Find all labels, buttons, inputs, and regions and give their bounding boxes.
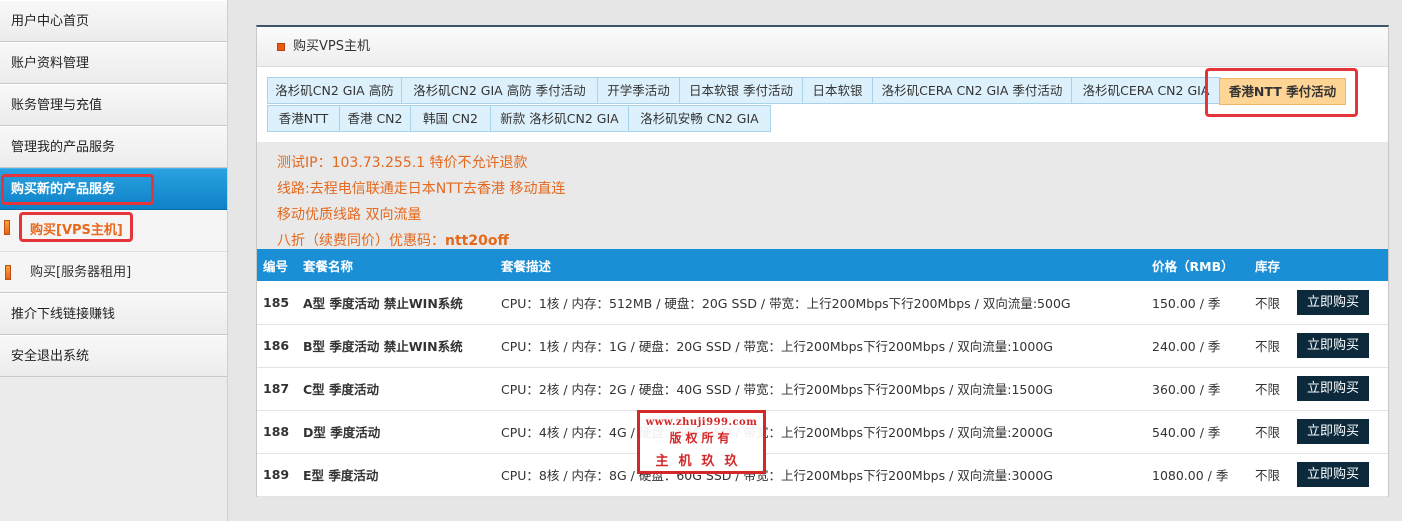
nav-manage-products-label: 管理我的产品服务 bbox=[11, 140, 116, 155]
plan-action: 立即购买 bbox=[1291, 410, 1388, 454]
tab-la-cn2-gia-ddos[interactable]: 洛杉矶CN2 GIA 高防 bbox=[267, 77, 402, 104]
plan-stock: 不限 bbox=[1249, 281, 1291, 325]
plan-name: D型 季度活动 bbox=[297, 410, 495, 454]
plan-action: 立即购买 bbox=[1291, 324, 1388, 368]
nav-user-home[interactable]: 用户中心首页 bbox=[0, 0, 227, 42]
buy-now-button[interactable]: 立即购买 bbox=[1297, 376, 1369, 401]
info-test-ip: 测试IP：103.73.255.1 特价不允许退款 bbox=[277, 155, 528, 171]
plan-name: B型 季度活动 禁止WIN系统 bbox=[297, 324, 495, 368]
table-row: 187 C型 季度活动 CPU：2核 / 内存：2G / 硬盘：40G SSD … bbox=[257, 367, 1388, 411]
table-row: 185 A型 季度活动 禁止WIN系统 CPU：1核 / 内存：512MB / … bbox=[257, 281, 1388, 325]
tab-back-to-school[interactable]: 开学季活动 bbox=[597, 77, 680, 104]
plan-price: 240.00 / 季 bbox=[1146, 324, 1249, 368]
plan-desc: CPU：1核 / 内存：1G / 硬盘：20G SSD / 带宽：上行200Mb… bbox=[495, 324, 1146, 368]
plan-name: A型 季度活动 禁止WIN系统 bbox=[297, 281, 495, 325]
info-route: 线路:去程电信联通走日本NTT去香港 移动直连 bbox=[277, 181, 566, 197]
plan-price: 360.00 / 季 bbox=[1146, 367, 1249, 411]
buy-now-button[interactable]: 立即购买 bbox=[1297, 333, 1369, 358]
plan-action: 立即购买 bbox=[1291, 453, 1388, 497]
nav-account-profile[interactable]: 账户资料管理 bbox=[0, 42, 227, 84]
plan-desc: CPU：8核 / 内存：8G / 硬盘：60G SSD / 带宽：上行200Mb… bbox=[495, 453, 1146, 497]
plan-action: 立即购买 bbox=[1291, 281, 1388, 325]
panel-header: 购买VPS主机 bbox=[257, 27, 1388, 67]
subnav-buy-server[interactable]: 购买[服务器租用] bbox=[0, 251, 227, 292]
tab-hk-cn2[interactable]: 香港 CN2 bbox=[339, 105, 411, 132]
plan-price: 1080.00 / 季 bbox=[1146, 453, 1249, 497]
table-row: 189 E型 季度活动 CPU：8核 / 内存：8G / 硬盘：60G SSD … bbox=[257, 453, 1388, 497]
tab-la-cn2-gia-ddos-quarterly[interactable]: 洛杉矶CN2 GIA 高防 季付活动 bbox=[401, 77, 598, 104]
product-info: 测试IP：103.73.255.1 特价不允许退款 线路:去程电信联通走日本NT… bbox=[257, 142, 1388, 249]
plan-desc: CPU：2核 / 内存：2G / 硬盘：40G SSD / 带宽：上行200Mb… bbox=[495, 367, 1146, 411]
bullet-icon bbox=[4, 220, 10, 235]
nav-billing-label: 账务管理与充值 bbox=[11, 98, 103, 113]
square-icon bbox=[277, 43, 285, 51]
nav-logout-label: 安全退出系统 bbox=[11, 349, 90, 364]
subnav-buy-server-label: 购买[服务器租用] bbox=[30, 265, 132, 280]
watermark-copyright: 版权所有 bbox=[669, 431, 734, 445]
nav-billing[interactable]: 账务管理与充值 bbox=[0, 84, 227, 126]
plan-stock: 不限 bbox=[1249, 410, 1291, 454]
plan-num: 187 bbox=[257, 367, 297, 411]
col-price: 价格（RMB） bbox=[1146, 249, 1249, 281]
col-action bbox=[1291, 249, 1388, 281]
nav-manage-products[interactable]: 管理我的产品服务 bbox=[0, 126, 227, 168]
plan-num: 186 bbox=[257, 324, 297, 368]
nav-user-home-label: 用户中心首页 bbox=[11, 14, 90, 29]
nav-referral[interactable]: 推介下线链接赚钱 bbox=[0, 293, 227, 335]
nav-buy-products-label: 购买新的产品服务 bbox=[11, 182, 116, 197]
sidebar: 用户中心首页 账户资料管理 账务管理与充值 管理我的产品服务 购买新的产品服务 … bbox=[0, 0, 228, 521]
watermark-brand: 主机玖玖 bbox=[655, 454, 748, 469]
product-tabs: 洛杉矶CN2 GIA 高防 洛杉矶CN2 GIA 高防 季付活动 开学季活动 日… bbox=[257, 67, 1388, 142]
subnav-buy-vps[interactable]: 购买[VPS主机] bbox=[0, 210, 227, 251]
bullet-icon bbox=[5, 265, 11, 280]
plan-stock: 不限 bbox=[1249, 453, 1291, 497]
tab-la-cera-quarterly[interactable]: 洛杉矶CERA CN2 GIA 季付活动 bbox=[872, 77, 1072, 104]
main-panel: 购买VPS主机 洛杉矶CN2 GIA 高防 洛杉矶CN2 GIA 高防 季付活动… bbox=[256, 25, 1389, 497]
coupon-code: ntt20off bbox=[445, 233, 509, 249]
table-row: 188 D型 季度活动 CPU：4核 / 内存：4G / 硬盘：60G SSD … bbox=[257, 410, 1388, 454]
tab-japan-softbank[interactable]: 日本软银 bbox=[802, 77, 873, 104]
table-row: 186 B型 季度活动 禁止WIN系统 CPU：1核 / 内存：1G / 硬盘：… bbox=[257, 324, 1388, 368]
plan-price: 540.00 / 季 bbox=[1146, 410, 1249, 454]
nav-account-profile-label: 账户资料管理 bbox=[11, 56, 90, 71]
tab-hk-ntt[interactable]: 香港NTT bbox=[267, 105, 340, 132]
buy-now-button[interactable]: 立即购买 bbox=[1297, 462, 1369, 487]
info-quality: 移动优质线路 双向流量 bbox=[277, 207, 422, 223]
col-stock: 库存 bbox=[1249, 249, 1291, 281]
tab-la-cera[interactable]: 洛杉矶CERA CN2 GIA bbox=[1071, 77, 1221, 104]
watermark-url: www.zhuji999.com bbox=[645, 417, 758, 428]
plan-name: E型 季度活动 bbox=[297, 453, 495, 497]
tab-hk-ntt-quarterly[interactable]: 香港NTT 季付活动 bbox=[1219, 78, 1346, 105]
plan-action: 立即购买 bbox=[1291, 367, 1388, 411]
highlight-box bbox=[19, 212, 133, 242]
page-title: 购买VPS主机 bbox=[293, 39, 370, 54]
plan-stock: 不限 bbox=[1249, 324, 1291, 368]
plan-desc: CPU：4核 / 内存：4G / 硬盘：60G SSD / 带宽：上行200Mb… bbox=[495, 410, 1146, 454]
plans-table: 编号 套餐名称 套餐描述 价格（RMB） 库存 185 A型 季度活动 禁止WI… bbox=[257, 249, 1388, 497]
plan-stock: 不限 bbox=[1249, 367, 1291, 411]
buy-now-button[interactable]: 立即购买 bbox=[1297, 419, 1369, 444]
nav-logout[interactable]: 安全退出系统 bbox=[0, 335, 227, 377]
tab-japan-softbank-quarterly[interactable]: 日本软银 季付活动 bbox=[679, 77, 803, 104]
tab-korea-cn2[interactable]: 韩国 CN2 bbox=[410, 105, 491, 132]
col-desc: 套餐描述 bbox=[495, 249, 1146, 281]
plan-name: C型 季度活动 bbox=[297, 367, 495, 411]
plan-num: 188 bbox=[257, 410, 297, 454]
plan-num: 185 bbox=[257, 281, 297, 325]
nav-buy-products[interactable]: 购买新的产品服务 bbox=[0, 168, 227, 210]
sub-nav: 购买[VPS主机] 购买[服务器租用] bbox=[0, 210, 227, 293]
tab-new-la-cn2-gia[interactable]: 新款 洛杉矶CN2 GIA bbox=[490, 105, 629, 132]
watermark-stamp: www.zhuji999.com 版权所有 主机玖玖 bbox=[637, 410, 766, 474]
buy-now-button[interactable]: 立即购买 bbox=[1297, 289, 1369, 315]
nav-referral-label: 推介下线链接赚钱 bbox=[11, 307, 116, 322]
plan-num: 189 bbox=[257, 453, 297, 497]
plan-price: 150.00 / 季 bbox=[1146, 281, 1249, 325]
coupon-label: 八折（续费同价）优惠码： bbox=[277, 233, 445, 249]
plan-desc: CPU：1核 / 内存：512MB / 硬盘：20G SSD / 带宽：上行20… bbox=[495, 281, 1146, 325]
tab-la-changchang-cn2-gia[interactable]: 洛杉矶安畅 CN2 GIA bbox=[628, 105, 771, 132]
